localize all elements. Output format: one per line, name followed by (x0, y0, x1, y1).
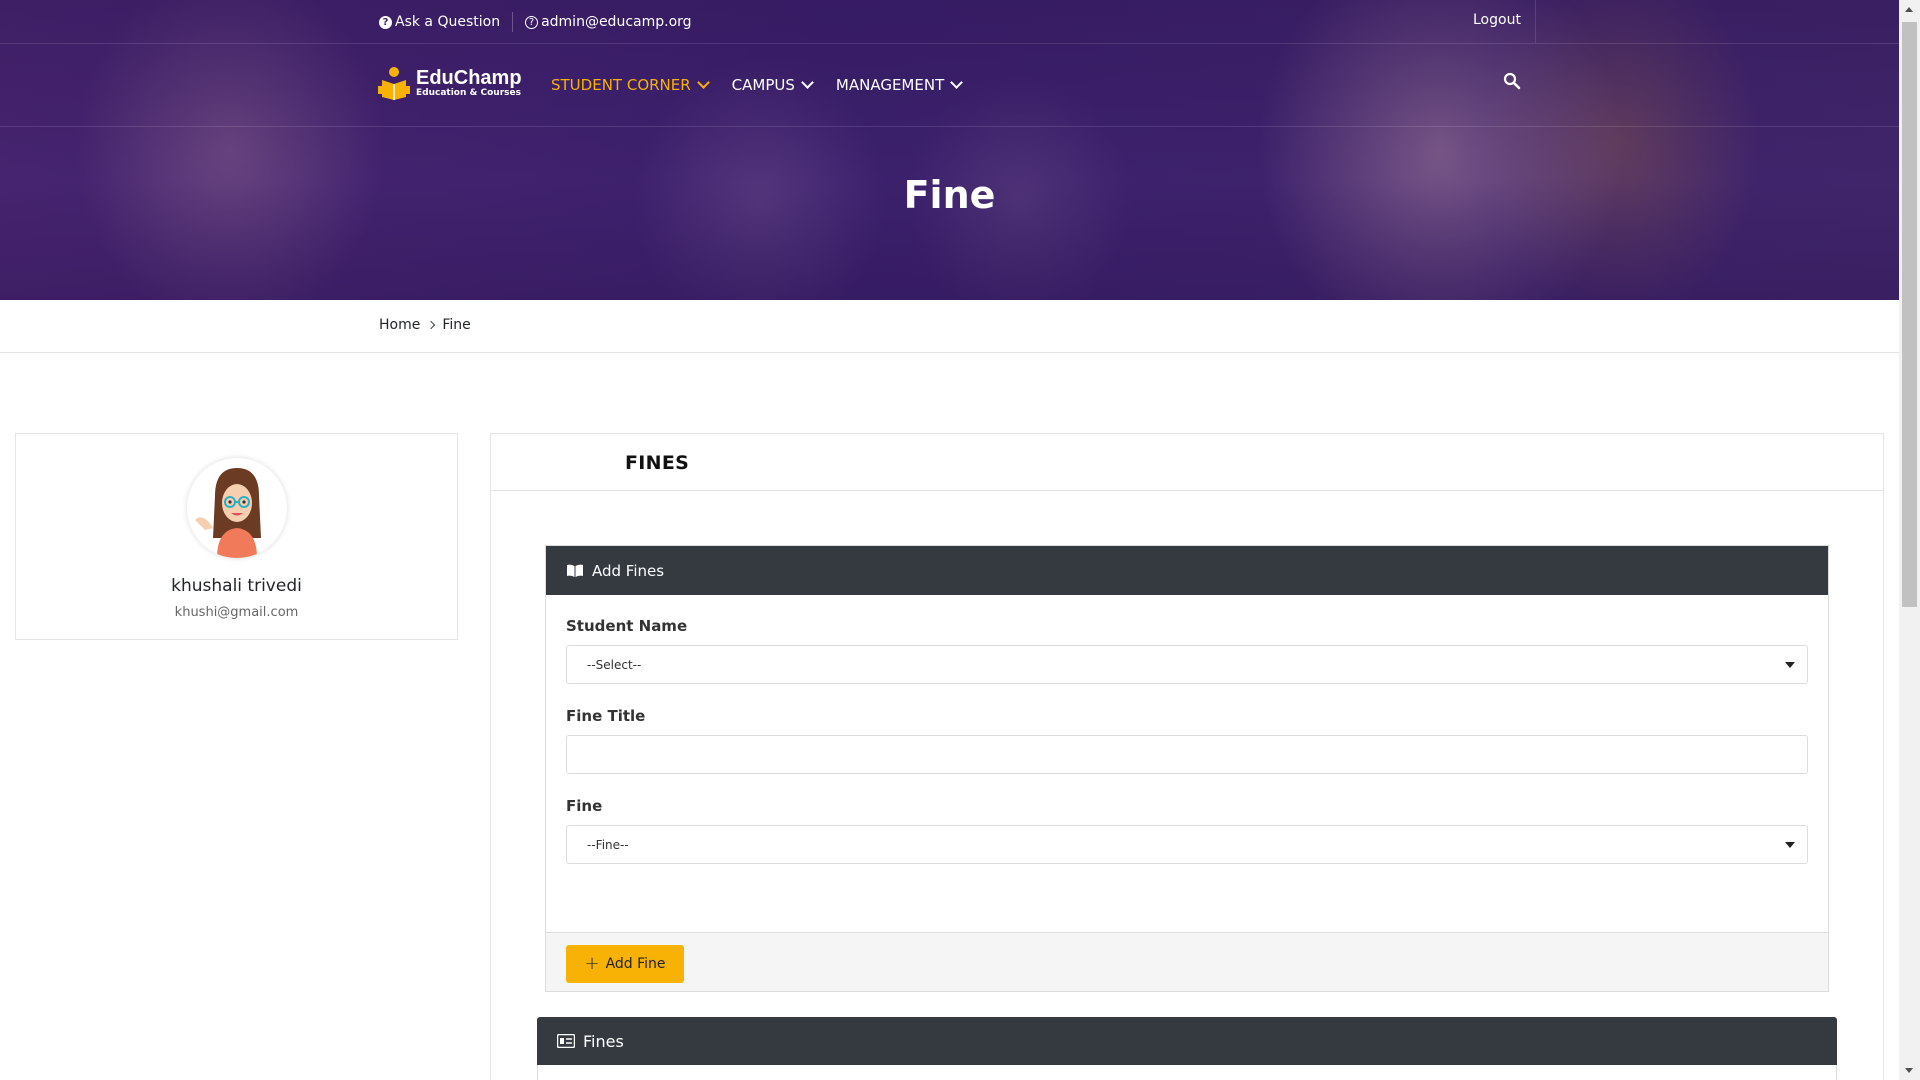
fine-value: --Fine-- (587, 837, 629, 852)
fines-list-header: Fines (537, 1017, 1837, 1065)
fine-title-label: Fine Title (566, 707, 646, 725)
nav-item-campus[interactable]: CAMPUS (731, 76, 814, 94)
chevron-down-icon (950, 76, 964, 89)
add-fines-header: Add Fines (546, 546, 1828, 595)
page-title: Fine (903, 173, 996, 217)
brand-tagline: Education & Courses (416, 87, 521, 98)
help-icon: ? (525, 15, 539, 29)
nav-item-label: MANAGEMENT (835, 76, 945, 94)
breadcrumb: Home Fine (379, 317, 471, 333)
chevron-down-icon (696, 76, 710, 89)
add-fine-label: Add Fine (605, 956, 666, 972)
ask-question-label: Ask a Question (395, 14, 501, 30)
email-link[interactable]: ? admin@educamp.org (525, 14, 692, 30)
avatar (187, 458, 287, 558)
page: ? Ask a Question ? admin@educamp.org Log… (0, 0, 1899, 1080)
main-nav: EduChamp Education & Courses STUDENT COR… (0, 44, 1899, 127)
fines-list-body (537, 1065, 1837, 1080)
profile-email: khushi@gmail.com (174, 605, 299, 620)
breadcrumb-current: Fine (442, 317, 471, 333)
nav-item-management[interactable]: MANAGEMENT (835, 76, 964, 94)
breadcrumb-home[interactable]: Home (379, 317, 420, 333)
logo-icon (378, 67, 410, 100)
profile-card: khushali trivedi khushi@gmail.com (15, 433, 458, 640)
add-fines-title: Add Fines (592, 561, 665, 580)
top-bar: ? Ask a Question ? admin@educamp.org Log… (0, 0, 1899, 44)
question-icon: ? (379, 15, 392, 29)
nav-item-student-corner[interactable]: STUDENT CORNER (551, 76, 710, 94)
student-name-value: --Select-- (587, 657, 642, 672)
chevron-down-icon (801, 76, 814, 89)
fine-label: Fine (566, 797, 603, 815)
student-name-label: Student Name (566, 617, 688, 635)
add-fine-button[interactable]: + Add Fine (566, 945, 684, 983)
id-card-icon (557, 1034, 575, 1048)
add-fines-card: Add Fines Student Name --Select-- Fine T… (545, 545, 1829, 992)
page-scrollbar[interactable] (1899, 0, 1920, 1080)
student-name-select[interactable]: --Select-- (566, 645, 1808, 684)
search-icon[interactable] (1503, 72, 1521, 90)
fines-list-title: Fines (583, 1031, 624, 1051)
top-bar-links: ? Ask a Question ? admin@educamp.org (379, 12, 692, 32)
hero-banner: ? Ask a Question ? admin@educamp.org Log… (0, 0, 1899, 300)
email-label: admin@educamp.org (541, 14, 692, 30)
panel-header: FINES (491, 434, 1883, 491)
avatar-illustration (195, 468, 261, 558)
logo-text: EduChamp Education & Courses (416, 68, 522, 99)
nav-menu: STUDENT CORNER CAMPUS MANAGEMENT (551, 76, 964, 94)
nav-item-label: CAMPUS (731, 76, 795, 94)
profile-name: khushali trivedi (171, 576, 302, 596)
scroll-up-icon[interactable] (1905, 7, 1913, 12)
divider (0, 352, 1899, 353)
fine-select[interactable]: --Fine-- (566, 825, 1808, 864)
dropdown-caret-icon (1785, 842, 1795, 848)
chevron-right-icon (427, 320, 436, 330)
divider (1535, 0, 1536, 43)
brand-name: EduChamp (416, 66, 522, 89)
panel-title: FINES (625, 452, 690, 474)
logo[interactable]: EduChamp Education & Courses (378, 66, 522, 100)
nav-item-label: STUDENT CORNER (551, 76, 691, 94)
logout-link[interactable]: Logout (1473, 12, 1521, 28)
divider (512, 12, 514, 32)
fine-title-input[interactable] (566, 735, 1808, 774)
ask-question-link[interactable]: ? Ask a Question (379, 14, 500, 30)
add-fines-footer: + Add Fine (546, 932, 1828, 991)
scroll-down-icon[interactable] (1905, 1068, 1913, 1073)
dropdown-caret-icon (1785, 662, 1795, 668)
add-fines-form: Student Name --Select-- Fine Title Fine … (546, 617, 1828, 864)
book-icon (567, 564, 583, 577)
plus-icon: + (584, 953, 600, 974)
scrollbar-thumb[interactable] (1902, 22, 1917, 607)
